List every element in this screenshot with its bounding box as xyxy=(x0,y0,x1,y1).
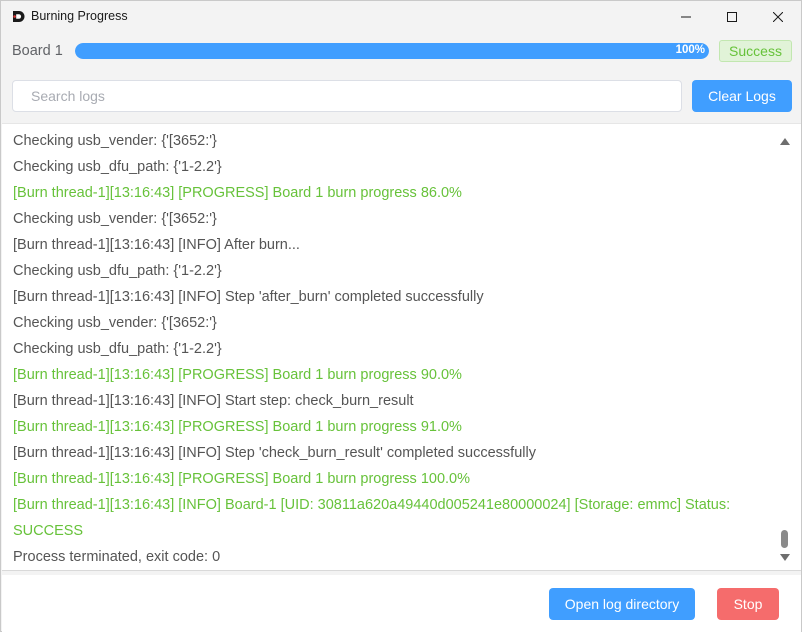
log-line: [Burn thread-1][13:16:43] [INFO] Start s… xyxy=(13,393,414,409)
log-line: Checking usb_vender: {'[3652:'} xyxy=(13,211,217,227)
burning-progress-window: Burning Progress Board 1 100% Success Cl… xyxy=(0,0,802,632)
maximize-icon xyxy=(727,11,737,22)
log-line: Checking usb_vender: {'[3652:'} xyxy=(13,133,217,149)
log-line: Checking usb_vender: {'[3652:'} xyxy=(13,315,217,331)
progress-fill: 100% xyxy=(75,43,709,59)
progress-bar: 100% xyxy=(75,43,709,59)
log-line: [Burn thread-1][13:16:43] [INFO] Step 'c… xyxy=(13,445,536,461)
log-line: [Burn thread-1][13:16:43] [INFO] Step 'a… xyxy=(13,289,484,305)
log-line: [Burn thread-1][13:16:43] [PROGRESS] Boa… xyxy=(13,185,462,201)
scroll-down-arrow-icon[interactable] xyxy=(780,554,790,561)
footer-bar: Open log directory Stop xyxy=(2,575,801,632)
close-button[interactable] xyxy=(755,1,801,32)
window-title: Burning Progress xyxy=(31,9,128,23)
log-panel[interactable]: Checking usb_vender: {'[3652:'} Checking … xyxy=(2,123,801,571)
stop-button[interactable]: Stop xyxy=(717,588,779,620)
scroll-up-arrow-icon[interactable] xyxy=(780,138,790,145)
minimize-icon xyxy=(681,16,691,17)
log-line: [Burn thread-1][13:16:43] [PROGRESS] Boa… xyxy=(13,419,462,435)
log-scrollbar[interactable] xyxy=(774,124,796,570)
search-input[interactable] xyxy=(13,81,681,111)
progress-percent-text: 100% xyxy=(675,44,705,56)
log-line: [Burn thread-1][13:16:43] [PROGRESS] Boa… xyxy=(13,471,471,487)
status-badge: Success xyxy=(719,40,792,62)
log-line: Process terminated, exit code: 0 xyxy=(13,549,221,565)
open-log-directory-button[interactable]: Open log directory xyxy=(549,588,695,620)
clear-logs-button[interactable]: Clear Logs xyxy=(692,80,792,112)
log-line: Checking usb_dfu_path: {'1-2.2'} xyxy=(13,263,222,279)
title-bar: Burning Progress xyxy=(1,1,801,32)
maximize-button[interactable] xyxy=(709,1,755,32)
close-icon xyxy=(773,11,783,22)
search-field[interactable] xyxy=(12,80,682,112)
minimize-button[interactable] xyxy=(663,1,709,32)
scroll-thumb[interactable] xyxy=(781,530,788,548)
log-line: [Burn thread-1][13:16:43] [INFO] Board-1… xyxy=(13,497,731,539)
log-line: [Burn thread-1][13:16:43] [PROGRESS] Boa… xyxy=(13,367,462,383)
log-line: Checking usb_dfu_path: {'1-2.2'} xyxy=(13,341,222,357)
log-line: [Burn thread-1][13:16:43] [INFO] After b… xyxy=(13,237,300,253)
log-list: Checking usb_vender: {'[3652:'} Checking … xyxy=(13,128,773,570)
board-label: Board 1 xyxy=(12,43,63,59)
app-logo-icon xyxy=(13,11,25,22)
log-line: Checking usb_dfu_path: {'1-2.2'} xyxy=(13,159,222,175)
